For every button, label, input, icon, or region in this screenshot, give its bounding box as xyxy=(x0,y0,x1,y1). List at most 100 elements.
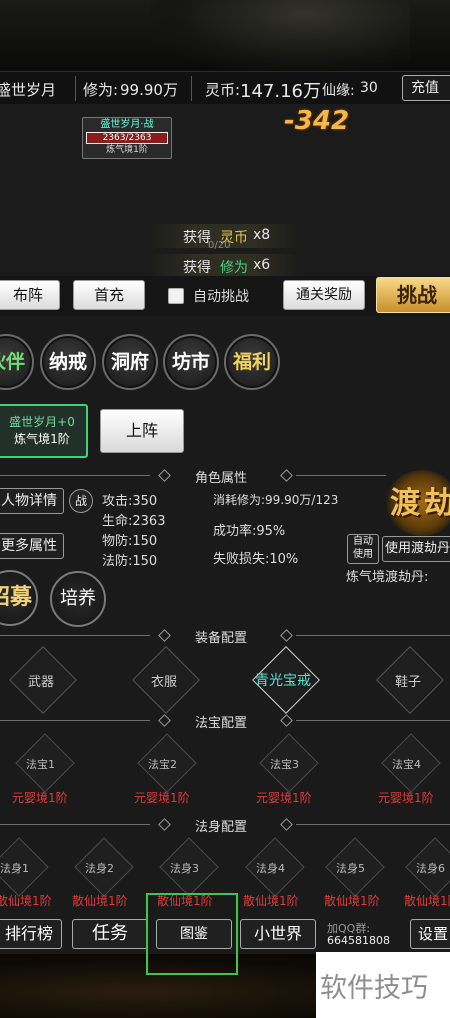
equip-clothes-label: 衣服 xyxy=(151,675,178,690)
treasure-slot-label: 法宝3 xyxy=(270,758,299,771)
reward-prefix: 获得 xyxy=(183,260,211,276)
menu-ring-button[interactable]: 纳戒 xyxy=(40,334,96,390)
spirit-coin-value: 147.16万 xyxy=(240,81,321,102)
use-tribulation-pill-button[interactable]: 使用渡劫丹 xyxy=(382,536,450,562)
deploy-button[interactable]: 上阵 xyxy=(100,409,184,453)
cultivation-label: 修为: xyxy=(83,81,119,99)
divider xyxy=(0,720,150,721)
divider xyxy=(296,720,450,721)
recharge-button[interactable]: 充值 xyxy=(402,75,450,101)
divider xyxy=(0,475,150,476)
equip-shoes-label: 鞋子 xyxy=(395,675,422,690)
separator xyxy=(75,76,76,101)
fate-value: 30 xyxy=(360,80,378,96)
damage-number: -342 xyxy=(284,106,350,136)
status-bar: 盛世岁月 修为: 99.90万 灵币: 147.16万 仙缘: 30 充值 xyxy=(0,71,450,106)
highlight-box xyxy=(146,893,238,975)
nurture-button[interactable]: 培养 xyxy=(50,571,106,627)
reward-prefix: 获得 xyxy=(183,230,211,246)
challenge-button[interactable]: 挑战 xyxy=(376,277,450,313)
tribulation-label: 渡劫 xyxy=(390,486,450,521)
watermark: 软件技巧 xyxy=(316,952,450,1018)
body-slot-label: 法身1 xyxy=(0,862,29,875)
task-button[interactable]: 任务 xyxy=(72,919,148,949)
spirit-coin-label: 灵币: xyxy=(205,81,241,99)
top-scene-background xyxy=(0,0,450,70)
physical-defense-stat: 物防:150 xyxy=(102,534,158,549)
reward-notice-2: 获得 修为 x6 xyxy=(150,254,300,278)
battle-icon[interactable]: 战 xyxy=(69,489,93,513)
body-requirement: 散仙境1阶 xyxy=(324,894,380,908)
action-bar: 布阵 首充 自动挑战 通关奖励 挑战 xyxy=(0,276,450,316)
player-name: 盛世岁月 xyxy=(0,81,57,99)
auto-use-toggle[interactable]: 自动 使用 xyxy=(347,534,379,564)
cultivation-value: 99.90万 xyxy=(120,81,178,99)
body-requirement: 散仙境1阶 xyxy=(243,894,299,908)
ranking-button[interactable]: 排行榜 xyxy=(0,919,62,949)
equip-weapon-label: 武器 xyxy=(28,675,55,690)
menu-welfare-button[interactable]: 福利 xyxy=(224,334,280,390)
character-detail-button[interactable]: 人物详情 xyxy=(0,488,64,514)
character-name: 盛世岁月·战 xyxy=(100,119,154,130)
body-requirement: 散仙境1阶 xyxy=(0,894,52,908)
treasure-slot-label: 法宝1 xyxy=(26,758,55,771)
tribulation-button[interactable]: 渡劫 xyxy=(386,470,450,536)
more-attributes-button[interactable]: 更多属性 xyxy=(0,533,64,559)
menu-cave-button[interactable]: 洞府 xyxy=(102,334,158,390)
divider xyxy=(296,824,450,825)
consume-cultivation: 消耗修为:99.90万/123 xyxy=(213,493,339,507)
body-slot-label: 法身5 xyxy=(336,862,365,875)
qq-group-number: 664581808 xyxy=(327,934,390,947)
mist-decoration xyxy=(150,0,410,70)
reward-item: 修为 xyxy=(220,260,248,276)
treasure-requirement: 元婴境1阶 xyxy=(12,791,68,805)
magic-defense-stat: 法防:150 xyxy=(102,554,158,569)
first-charge-button[interactable]: 首充 xyxy=(73,280,145,310)
auto-challenge-label: 自动挑战 xyxy=(193,289,249,305)
separator xyxy=(191,76,192,101)
auto-challenge-checkbox[interactable] xyxy=(168,288,184,304)
reward-count: x8 xyxy=(253,227,271,243)
treasure-title: 法宝配置 xyxy=(195,716,248,731)
menu-market-button[interactable]: 坊市 xyxy=(163,334,219,390)
failure-loss: 失败损失:10% xyxy=(213,552,299,567)
character-slot[interactable]: 盛世岁月+0 炼气境1阶 xyxy=(0,404,88,458)
hp-bar: 2363/2363 xyxy=(86,132,168,144)
body-requirement: 散仙境1阶 xyxy=(404,894,450,908)
clear-reward-button[interactable]: 通关奖励 xyxy=(283,280,365,310)
progress-counter: 0/20 xyxy=(208,240,231,251)
treasure-requirement: 元婴境1阶 xyxy=(256,791,312,805)
auto-use-line2: 使用 xyxy=(353,549,373,560)
treasure-slot-label: 法宝4 xyxy=(392,758,421,771)
divider xyxy=(296,475,386,476)
body-slot-label: 法身3 xyxy=(170,862,199,875)
attack-stat: 攻击:350 xyxy=(102,494,158,509)
body-slot-label: 法身6 xyxy=(416,862,445,875)
treasure-requirement: 元婴境1阶 xyxy=(378,791,434,805)
slot-rank: 炼气境1阶 xyxy=(14,432,70,446)
slot-name: 盛世岁月+0 xyxy=(9,415,75,429)
attributes-title: 角色属性 xyxy=(195,471,248,486)
divider xyxy=(0,824,150,825)
treasure-requirement: 元婴境1阶 xyxy=(134,791,190,805)
small-world-button[interactable]: 小世界 xyxy=(240,919,316,949)
fate-label: 仙缘: xyxy=(322,83,355,99)
equip-ring-label: 青光宝戒 xyxy=(255,673,311,689)
watermark-text: 软件技巧 xyxy=(320,973,428,1004)
divider xyxy=(0,635,150,636)
settings-button[interactable]: 设置 xyxy=(410,919,450,949)
character-rank: 炼气境1阶 xyxy=(106,145,148,155)
body-slot-label: 法身4 xyxy=(256,862,285,875)
body-title: 法身配置 xyxy=(195,820,248,835)
divider xyxy=(296,635,450,636)
reward-count: x6 xyxy=(253,257,271,273)
hp-stat: 生命:2363 xyxy=(102,514,166,529)
auto-use-line1: 自动 xyxy=(353,536,373,547)
body-requirement: 散仙境1阶 xyxy=(72,894,128,908)
tribulation-pill-count: 炼气境渡劫丹: xyxy=(346,570,429,585)
treasure-slot-label: 法宝2 xyxy=(148,758,177,771)
formation-button[interactable]: 布阵 xyxy=(0,280,60,310)
body-slot-label: 法身2 xyxy=(85,862,114,875)
success-rate: 成功率:95% xyxy=(213,524,286,539)
battle-character-card[interactable]: 盛世岁月·战 2363/2363 炼气境1阶 xyxy=(82,117,172,159)
